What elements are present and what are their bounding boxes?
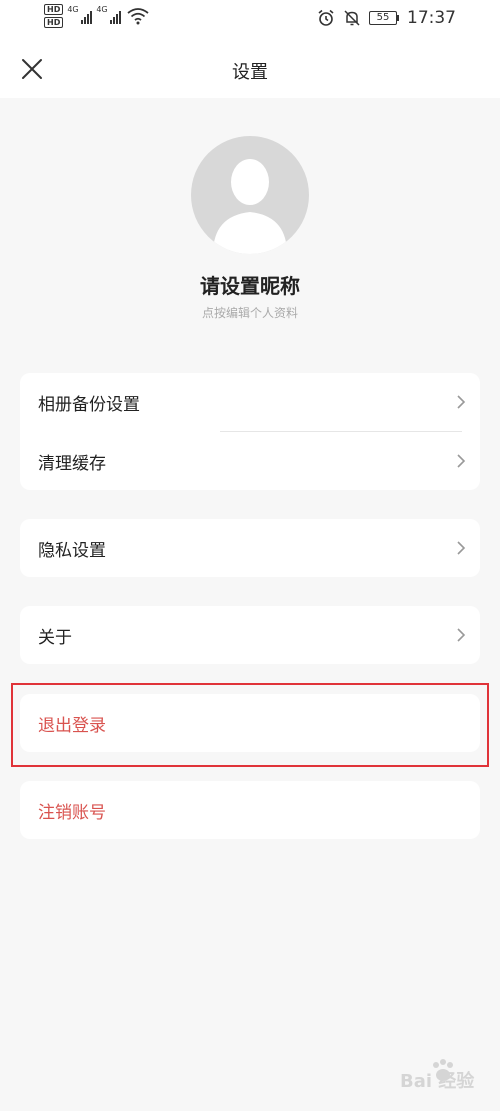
battery-level: 55: [369, 11, 397, 25]
chevron-right-icon: [457, 628, 466, 642]
profile-edit-hint: 点按编辑个人资料: [201, 306, 298, 320]
settings-card-deactivate: 注销账号: [20, 781, 480, 839]
mute-bell-icon: [344, 10, 360, 26]
about-item[interactable]: 关于: [20, 606, 480, 664]
settings-card-about: 关于: [20, 606, 480, 664]
settings-card-privacy: 隐私设置: [20, 519, 480, 577]
avatar[interactable]: [191, 136, 309, 254]
baidu-jingyan-watermark-logo: Bai 经验: [384, 1057, 484, 1097]
signal-icon: 4G: [67, 5, 93, 24]
clock: 17:37: [407, 8, 456, 28]
deactivate-account-button[interactable]: 注销账号: [20, 781, 480, 839]
watermark-text: Bai 经验: [400, 1071, 475, 1092]
user-silhouette-icon: [213, 159, 287, 254]
status-left: HD HD 4G 4G: [44, 4, 149, 28]
album-backup-settings-item[interactable]: 相册备份设置: [20, 373, 480, 431]
network-type-label: 4G: [67, 5, 79, 14]
chevron-right-icon: [457, 395, 466, 409]
wifi-icon: [127, 8, 149, 25]
settings-card-storage: 相册备份设置 清理缓存: [20, 373, 480, 490]
profile-header[interactable]: 请设置昵称 点按编辑个人资料: [0, 98, 500, 368]
deactivate-label: 注销账号: [38, 802, 106, 823]
status-bar: HD HD 4G 4G 55 17:37: [0, 0, 500, 40]
privacy-settings-item[interactable]: 隐私设置: [20, 519, 480, 577]
hd-indicators: HD HD: [44, 4, 64, 28]
menu-item-label: 关于: [38, 627, 72, 648]
alarm-icon: [318, 9, 334, 26]
chevron-right-icon: [457, 454, 466, 468]
clear-cache-item[interactable]: 清理缓存: [20, 432, 480, 490]
battery-icon: 55: [369, 11, 399, 25]
menu-item-label: 相册备份设置: [38, 394, 140, 415]
signal-icon: 4G: [96, 5, 122, 24]
nav-bar: 设置: [0, 40, 500, 98]
hd-badge: HD: [44, 4, 64, 15]
menu-item-label: 隐私设置: [38, 540, 106, 561]
status-right: 55 17:37: [317, 8, 456, 28]
network-type-label: 4G: [96, 5, 108, 14]
chevron-right-icon: [457, 541, 466, 555]
settings-screen: HD HD 4G 4G 55 17:37 设置 请设置昵称 点按编辑个人资料 相…: [0, 0, 500, 1111]
page-title: 设置: [232, 62, 268, 83]
hd-badge: HD: [44, 17, 64, 28]
nickname[interactable]: 请设置昵称: [0, 270, 500, 299]
menu-item-label: 清理缓存: [38, 453, 106, 474]
highlight-annotation-box: [11, 683, 489, 767]
